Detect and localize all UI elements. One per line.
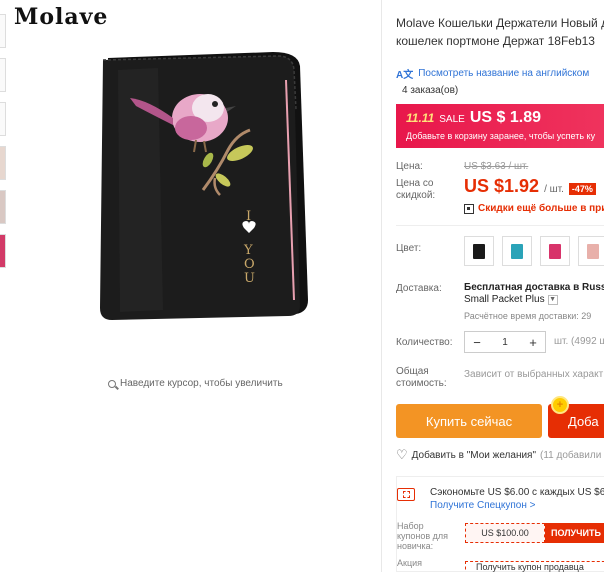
- orders-count: 4 заказа(ов): [402, 85, 459, 96]
- thumbnail-3[interactable]: [0, 102, 6, 136]
- product-title: Molave Кошельки Держатели Новый длинный …: [396, 16, 604, 48]
- price-unit: / шт.: [544, 184, 564, 195]
- total-note: Зависит от выбранных характ: [464, 369, 604, 380]
- shipping-time: Расчётное время доставки: 29: [464, 311, 592, 321]
- quantity-plus-button[interactable]: +: [521, 335, 545, 350]
- color-swatch-pink[interactable]: [578, 236, 604, 266]
- get-newbie-coupon-button[interactable]: ПОЛУЧИТЬ: [545, 523, 604, 543]
- wallet-text-o: O: [244, 257, 255, 272]
- color-swatch-black[interactable]: [464, 236, 494, 266]
- panel-divider: [381, 0, 382, 572]
- wallet-thumb-teal: [511, 243, 523, 259]
- sale-price: US $ 1.89: [469, 109, 541, 126]
- wishlist-text: Добавить в "Мои желания": [411, 449, 537, 461]
- get-coupon-link[interactable]: Получите Спецкупон >: [430, 500, 536, 511]
- seller-coupon-button[interactable]: Получить купон продавца: [465, 561, 604, 572]
- wallet-thumb-pink: [587, 243, 599, 259]
- shipping-method-select[interactable]: Small Packet Plus ▼: [464, 294, 558, 305]
- product-info-panel: Molave Кошельки Держатели Новый длинный …: [396, 0, 604, 572]
- sale-banner: 11.11 SALE US $ 1.89 Добавьте в корзину …: [396, 104, 604, 148]
- translate-link-text: Посмотреть название на английском: [418, 68, 590, 79]
- quantity-available: шт. (4992 ш: [554, 336, 604, 347]
- buy-now-button[interactable]: Купить сейчас: [396, 404, 542, 438]
- shipping-label: Доставка:: [396, 283, 442, 294]
- wishlist-count: (11 добавили: [540, 449, 602, 461]
- total-label: Общая стоимость:: [396, 366, 447, 389]
- product-gallery[interactable]: Molave I Y O U Наведите курсор, чтобы ув…: [8, 0, 378, 400]
- more-discounts-link[interactable]: Скидки ещё больше в при: [464, 203, 604, 214]
- coin-icon: +: [551, 396, 569, 414]
- qr-code-icon: [464, 203, 474, 214]
- discount-price-label: Цена со скидкой:: [396, 178, 436, 201]
- newbie-coupon-value: US $100.00: [465, 523, 545, 543]
- thumbnail-strip: [0, 0, 8, 572]
- coupon-section: Сэкономьте US $6.00 с каждых US $65 Полу…: [396, 476, 604, 572]
- thumbnail-1[interactable]: [0, 14, 6, 48]
- discount-price: US $1.92: [464, 176, 540, 196]
- price-label: Цена:: [396, 161, 423, 172]
- translate-icon: A文: [396, 70, 414, 81]
- color-swatch-teal[interactable]: [502, 236, 532, 266]
- coupon-save-text: Сэкономьте US $6.00 с каждых US $65: [430, 487, 604, 498]
- discount-percent-badge: -47%: [568, 183, 596, 195]
- wallet-thumb-black: [473, 243, 485, 259]
- shipping-title: Бесплатная доставка в Russ: [464, 282, 604, 293]
- sale-tag: 11.11: [406, 111, 435, 125]
- translate-link[interactable]: A文 Посмотреть название на английском: [396, 66, 589, 81]
- color-label: Цвет:: [396, 243, 422, 254]
- thumbnail-6[interactable]: [0, 234, 6, 268]
- chevron-down-icon: ▼: [547, 294, 558, 305]
- discount-price-row: US $1.92 / шт. -47%: [464, 176, 596, 197]
- wallet-thumb-rose: [549, 243, 561, 259]
- section-divider: [396, 225, 604, 226]
- heart-icon: ♡: [396, 447, 408, 462]
- wishlist-link[interactable]: ♡ Добавить в "Мои желания" (11 добавили: [396, 447, 601, 463]
- thumbnail-5[interactable]: [0, 190, 6, 224]
- old-price: US $3.63 / шт.: [464, 161, 529, 172]
- sale-note: Добавьте в корзину заранее, чтобы успеть…: [406, 131, 596, 141]
- more-discounts-text: Скидки ещё больше в при: [478, 203, 604, 214]
- shipping-method: Small Packet Plus: [464, 294, 545, 305]
- sale-label: SALE: [439, 114, 465, 125]
- color-swatch-rose[interactable]: [540, 236, 570, 266]
- product-image[interactable]: I Y O U: [8, 0, 378, 370]
- quantity-minus-button[interactable]: −: [465, 335, 489, 350]
- promo-label: Акция: [397, 558, 422, 568]
- quantity-stepper: − 1 +: [464, 331, 546, 353]
- zoom-hint-text: Наведите курсор, чтобы увеличить: [120, 378, 283, 389]
- thumbnail-4[interactable]: [0, 146, 6, 180]
- wallet-text-y: Y: [243, 243, 253, 258]
- quantity-label: Количество:: [396, 337, 453, 348]
- coupon-icon: [397, 488, 415, 501]
- magnifier-icon: [108, 379, 116, 388]
- thumbnail-2[interactable]: [0, 58, 6, 92]
- newbie-coupon-label: Набор купонов для новичка:: [397, 521, 449, 551]
- zoom-hint: Наведите курсор, чтобы увеличить: [108, 378, 283, 389]
- color-swatches: [464, 236, 604, 266]
- quantity-input[interactable]: 1: [489, 337, 521, 348]
- wallet-text-u: U: [244, 271, 255, 286]
